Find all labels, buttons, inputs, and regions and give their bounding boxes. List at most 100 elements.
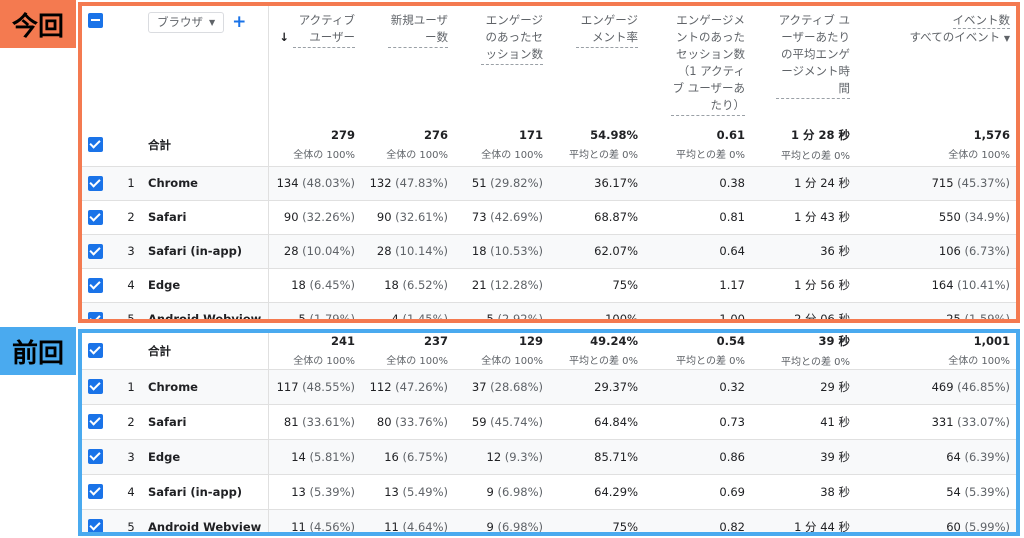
total-checkbox[interactable] bbox=[88, 343, 103, 359]
events-filter-dropdown[interactable]: すべてのイベント ▼ bbox=[909, 30, 1010, 44]
row-rank: 3 bbox=[120, 233, 142, 268]
metric-cell: 29.37% bbox=[549, 368, 644, 404]
metric-cell: 0.69 bbox=[644, 473, 751, 509]
table-row[interactable]: 2 Safari 81 (33.61%) 80 (33.76%) 59 (45.74%)… bbox=[82, 403, 1016, 439]
metric-cell: 28 (10.04%) bbox=[268, 233, 361, 268]
row-checkbox[interactable] bbox=[88, 379, 103, 394]
browser-name: Safari bbox=[142, 199, 269, 234]
metric-cell: 106 (6.73%) bbox=[856, 233, 1016, 268]
metric-cell: 21 (12.28%) bbox=[454, 267, 549, 302]
metric-cell: 1 分 43 秒 bbox=[751, 199, 856, 234]
metric-cell: 0.73 bbox=[644, 403, 751, 439]
column-header-active-users[interactable]: ↓アクティブ ユーザー bbox=[268, 6, 361, 124]
metric-cell: 0.81 bbox=[644, 199, 751, 234]
metric-cell: 4 (1.45%) bbox=[361, 301, 454, 319]
row-checkbox[interactable] bbox=[88, 414, 103, 429]
metric-cell: 90 (32.26%) bbox=[268, 199, 361, 234]
metric-cell: 64 (6.39%) bbox=[856, 438, 1016, 474]
metric-cell: 9 (6.98%) bbox=[454, 508, 549, 532]
select-all-checkbox[interactable] bbox=[88, 13, 103, 28]
table-row[interactable]: 1 Chrome 117 (48.55%) 112 (47.26%) 37 (28.68… bbox=[82, 368, 1016, 404]
column-header-engaged-per-user[interactable]: エンゲージメントのあったセッション数（1 アクティブ ユーザーあたり） bbox=[644, 6, 751, 124]
metric-cell: 11 (4.64%) bbox=[361, 508, 454, 532]
browser-name: Chrome bbox=[142, 165, 269, 200]
metric-cell: 469 (46.85%) bbox=[856, 368, 1016, 404]
browser-name: Android Webview bbox=[142, 301, 269, 319]
metric-cell: 164 (10.41%) bbox=[856, 267, 1016, 302]
metric-cell: 41 秒 bbox=[751, 403, 856, 439]
metric-cell: 9 (6.98%) bbox=[454, 473, 549, 509]
add-dimension-icon[interactable]: + bbox=[232, 12, 246, 32]
metric-cell: 0.82 bbox=[644, 508, 751, 532]
row-checkbox[interactable] bbox=[88, 449, 103, 464]
label-current-period: 今回 bbox=[0, 0, 76, 48]
table-row[interactable]: 4 Safari (in-app) 13 (5.39%) 13 (5.49%) 9 (6… bbox=[82, 473, 1016, 509]
column-header-engaged-sessions[interactable]: エンゲージのあったセッション数 bbox=[454, 6, 549, 124]
browser-name: Edge bbox=[142, 267, 269, 302]
metric-cell: 5 (2.92%) bbox=[454, 301, 549, 319]
metric-cell: 59 (45.74%) bbox=[454, 403, 549, 439]
column-header-engagement-rate[interactable]: エンゲージメント率 bbox=[549, 6, 644, 124]
row-rank: 5 bbox=[120, 301, 142, 319]
table-row[interactable]: 4 Edge 18 (6.45%) 18 (6.52%) 21 (12.28%) 75% … bbox=[82, 267, 1016, 302]
metric-cell: 550 (34.9%) bbox=[856, 199, 1016, 234]
metric-cell: 1.00 bbox=[644, 301, 751, 319]
label-previous-period: 前回 bbox=[0, 327, 76, 375]
metric-cell: 117 (48.55%) bbox=[268, 368, 361, 404]
metric-cell: 90 (32.61%) bbox=[361, 199, 454, 234]
metric-cell: 715 (45.37%) bbox=[856, 165, 1016, 200]
metric-cell: 134 (48.03%) bbox=[268, 165, 361, 200]
metric-cell: 75% bbox=[549, 508, 644, 532]
row-rank: 3 bbox=[120, 438, 142, 474]
row-checkbox[interactable] bbox=[88, 519, 103, 532]
metric-cell: 0.86 bbox=[644, 438, 751, 474]
column-header-new-users[interactable]: 新規ユーザー数 bbox=[361, 6, 454, 124]
metric-cell: 36 秒 bbox=[751, 233, 856, 268]
browser-name: Safari (in-app) bbox=[142, 233, 269, 268]
metric-cell: 132 (47.83%) bbox=[361, 165, 454, 200]
dimension-label: ブラウザ bbox=[157, 15, 203, 29]
total-checkbox[interactable] bbox=[88, 137, 103, 153]
metric-cell: 0.32 bbox=[644, 368, 751, 404]
row-rank: 1 bbox=[120, 165, 142, 200]
table-row[interactable]: 5 Android Webview 11 (4.56%) 11 (4.64%) 9 (6… bbox=[82, 508, 1016, 532]
dimension-dropdown[interactable]: ブラウザ ▼ bbox=[148, 12, 225, 33]
metric-cell: 64.29% bbox=[549, 473, 644, 509]
row-checkbox[interactable] bbox=[88, 175, 103, 191]
metric-cell: 51 (29.82%) bbox=[454, 165, 549, 200]
table-row[interactable]: 2 Safari 90 (32.26%) 90 (32.61%) 73 (42.69%)… bbox=[82, 199, 1016, 234]
metric-cell: 0.38 bbox=[644, 165, 751, 200]
table-row[interactable]: 3 Safari (in-app) 28 (10.04%) 28 (10.14%) 18… bbox=[82, 233, 1016, 268]
metric-cell: 85.71% bbox=[549, 438, 644, 474]
row-checkbox[interactable] bbox=[88, 311, 103, 319]
metric-cell: 11 (4.56%) bbox=[268, 508, 361, 532]
row-rank: 1 bbox=[120, 368, 142, 404]
table-row[interactable]: 1 Chrome 134 (48.03%) 132 (47.83%) 51 (29.82… bbox=[82, 165, 1016, 200]
row-rank: 4 bbox=[120, 473, 142, 509]
metric-cell: 75% bbox=[549, 267, 644, 302]
metric-cell: 73 (42.69%) bbox=[454, 199, 549, 234]
table-row[interactable]: 3 Edge 14 (5.81%) 16 (6.75%) 12 (9.3%) 85.71%… bbox=[82, 438, 1016, 474]
metric-cell: 38 秒 bbox=[751, 473, 856, 509]
metric-cell: 12 (9.3%) bbox=[454, 438, 549, 474]
row-rank: 4 bbox=[120, 267, 142, 302]
metric-cell: 331 (33.07%) bbox=[856, 403, 1016, 439]
row-checkbox[interactable] bbox=[88, 243, 103, 259]
row-checkbox[interactable] bbox=[88, 277, 103, 293]
metric-cell: 62.07% bbox=[549, 233, 644, 268]
metric-cell: 28 (10.14%) bbox=[361, 233, 454, 268]
browser-name: Edge bbox=[142, 438, 269, 474]
metric-cell: 5 (1.79%) bbox=[268, 301, 361, 319]
row-checkbox[interactable] bbox=[88, 209, 103, 225]
metric-cell: 112 (47.26%) bbox=[361, 368, 454, 404]
row-checkbox[interactable] bbox=[88, 484, 103, 499]
column-header-events[interactable]: イベント数 すべてのイベント ▼ bbox=[856, 6, 1016, 124]
column-header-avg-engagement[interactable]: アクティブ ユーザーあたりの平均エンゲージメント時間 bbox=[751, 6, 856, 124]
metric-cell: 81 (33.61%) bbox=[268, 403, 361, 439]
browser-name: Chrome bbox=[142, 368, 269, 404]
metric-cell: 60 (5.99%) bbox=[856, 508, 1016, 532]
metric-cell: 18 (6.45%) bbox=[268, 267, 361, 302]
table-row[interactable]: 5 Android Webview 5 (1.79%) 4 (1.45%) 5 (2.9… bbox=[82, 301, 1016, 319]
chevron-down-icon: ▼ bbox=[209, 18, 216, 27]
browser-name: Safari bbox=[142, 403, 269, 439]
